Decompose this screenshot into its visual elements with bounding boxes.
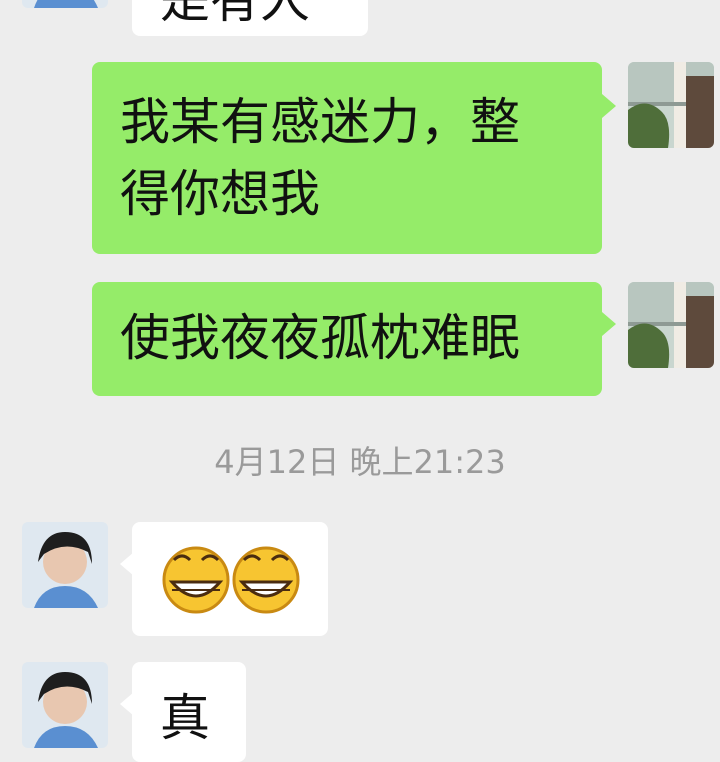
- balcony-avatar-icon: [628, 282, 714, 368]
- my-avatar[interactable]: [628, 62, 714, 148]
- grinning-face-icon: [162, 546, 230, 614]
- woman-avatar-icon: [22, 0, 108, 8]
- message-bubble-outgoing[interactable]: 使我夜夜孤枕难眠: [92, 282, 602, 396]
- their-avatar[interactable]: [22, 522, 108, 608]
- woman-avatar-icon: [22, 522, 108, 608]
- message-text: 真: [160, 689, 210, 747]
- timestamp: 4月12日 晚上21:23: [214, 443, 506, 481]
- message-bubble-incoming[interactable]: 是有人: [132, 0, 368, 36]
- grinning-face-icon: [232, 546, 300, 614]
- my-avatar[interactable]: [628, 282, 714, 368]
- message-bubble-outgoing[interactable]: 我某有感迷力，整 得你想我: [92, 62, 602, 254]
- message-text-line-2: 得你想我: [120, 165, 320, 223]
- grinning-face-emoji-pair: [162, 546, 300, 614]
- message-bubble-incoming[interactable]: 😁😁: [132, 522, 328, 636]
- balcony-avatar-icon: [628, 62, 714, 148]
- their-avatar[interactable]: [22, 662, 108, 748]
- message-text: 使我夜夜孤枕难眠: [120, 309, 520, 367]
- their-avatar[interactable]: [22, 0, 108, 8]
- bubble-tail: [602, 94, 616, 118]
- message-text: 是有人: [160, 0, 310, 29]
- message-bubble-incoming[interactable]: 真: [132, 662, 246, 762]
- message-text-line-1: 我某有感迷力，整: [120, 93, 520, 151]
- woman-avatar-icon: [22, 662, 108, 748]
- bubble-tail: [602, 312, 616, 336]
